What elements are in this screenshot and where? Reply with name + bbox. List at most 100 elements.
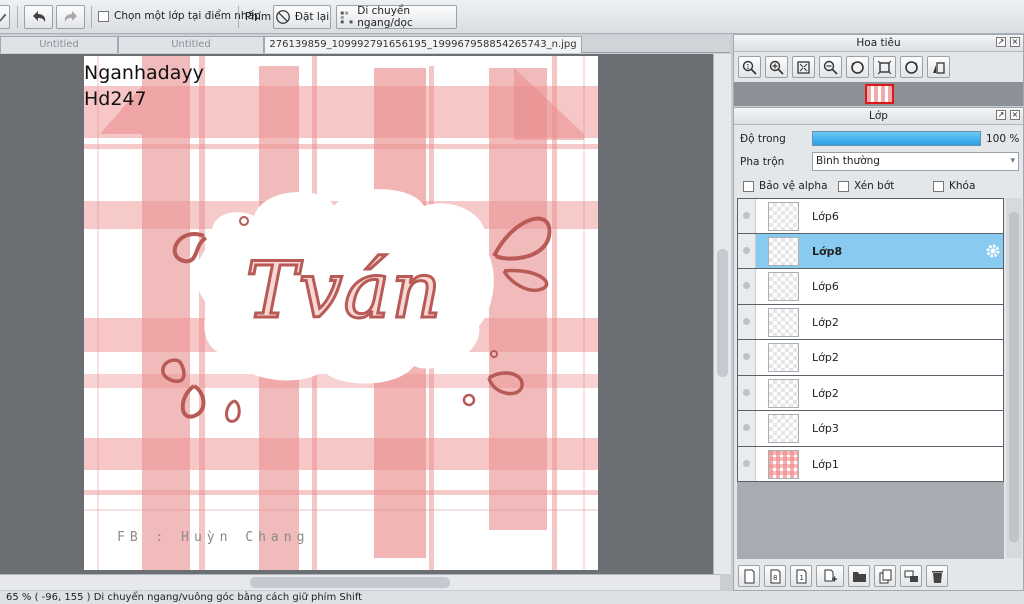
gear-icon[interactable] <box>985 243 1001 259</box>
redo-button[interactable] <box>56 5 85 29</box>
zoom-reset-button[interactable]: 1 <box>738 56 761 78</box>
layer-row[interactable]: Lớp3 <box>737 411 1004 447</box>
artwork-canvas[interactable]: Nganhadayy Hd247 Tván FB : Huỳn Chang <box>84 56 598 570</box>
brush-icon <box>0 13 7 22</box>
new-layer-button[interactable] <box>738 565 760 587</box>
merge-layer-button[interactable] <box>900 565 922 587</box>
rotate-right-button[interactable] <box>900 56 923 78</box>
layer-panel-header: Lớp ↗ × <box>734 108 1023 125</box>
pick-layer-check[interactable] <box>98 10 109 22</box>
layer-name: Lớp2 <box>812 351 839 364</box>
artwork-title: Tván <box>244 245 443 338</box>
popout-icon[interactable]: ↗ <box>996 37 1006 47</box>
redo-icon <box>64 11 77 22</box>
popout-icon[interactable]: ↗ <box>996 110 1006 120</box>
add-layer-menu-icon <box>824 569 837 581</box>
watermark-line-2: Hd247 <box>84 88 147 110</box>
tab-untitled-1[interactable]: Untitled <box>0 36 118 53</box>
close-icon[interactable]: × <box>1010 37 1020 47</box>
canvas-horizontal-scrollbar[interactable] <box>0 574 720 590</box>
copy-layer-button[interactable] <box>874 565 896 587</box>
merge-layer-icon <box>904 570 918 582</box>
clipping-check[interactable] <box>838 180 849 192</box>
undo-button[interactable] <box>24 5 53 29</box>
status-bar: 65 % ( -96, 155 ) Di chuyển ngang/vuông … <box>0 591 1024 604</box>
reset-icon <box>275 10 290 24</box>
new-8bit-layer-button[interactable]: 8 <box>764 565 786 587</box>
navigator-toolbar: 1 <box>738 56 950 78</box>
layer-row[interactable]: Lớp2 <box>737 375 1004 411</box>
layer-list-empty-area <box>737 482 1004 559</box>
layer-panel: Lớp ↗ × Độ trong 100 % Pha trộn Bình thườ… <box>733 107 1024 591</box>
zoom-out-button[interactable] <box>819 56 842 78</box>
zoom-reset-icon: 1 <box>742 60 757 75</box>
reset-button[interactable]: Đặt lại <box>273 5 331 29</box>
visibility-toggle-icon[interactable] <box>738 199 756 233</box>
layer-row[interactable]: Lớp2 <box>737 304 1004 340</box>
layer-thumbnail <box>768 449 799 479</box>
navigator-preview[interactable] <box>734 82 1023 106</box>
rotate-left-button[interactable] <box>846 56 869 78</box>
visibility-toggle-icon[interactable] <box>738 304 756 339</box>
close-icon[interactable]: × <box>1010 110 1020 120</box>
layer-row[interactable]: Lớp2 <box>737 340 1004 376</box>
new-1bit-layer-icon: 1 <box>796 569 806 583</box>
new-layer-icon <box>744 569 754 583</box>
add-layer-menu-button[interactable] <box>816 565 844 587</box>
visibility-toggle-icon[interactable] <box>738 269 756 304</box>
layer-row[interactable]: Lớp6 <box>737 198 1004 234</box>
flip-button[interactable] <box>927 56 950 78</box>
visibility-toggle-icon[interactable] <box>738 446 756 481</box>
flip-icon <box>933 61 945 74</box>
opacity-slider[interactable] <box>812 131 981 146</box>
layer-name: Lớp3 <box>812 422 839 435</box>
opacity-fill <box>813 132 980 145</box>
canvas-vertical-scrollbar[interactable] <box>713 54 731 574</box>
scroll-thumb[interactable] <box>717 249 728 377</box>
canvas-area[interactable]: Nganhadayy Hd247 Tván FB : Huỳn Chang <box>0 54 713 574</box>
layer-row[interactable]: Lớp6 <box>737 269 1004 305</box>
fit-window-button[interactable] <box>873 56 896 78</box>
navigator-thumbnail[interactable] <box>865 84 894 104</box>
fit-button[interactable] <box>792 56 815 78</box>
visibility-toggle-icon[interactable] <box>738 233 756 268</box>
clipping-checkbox[interactable]: Xén bớt <box>838 180 894 192</box>
svg-text:8: 8 <box>773 574 777 582</box>
fit-icon <box>797 60 810 74</box>
opacity-value: 100 % <box>986 133 1020 145</box>
scroll-thumb[interactable] <box>1009 212 1019 542</box>
layer-options-row: Bảo vệ alpha Xén bớt Khóa <box>743 179 1021 195</box>
new-folder-button[interactable] <box>848 565 870 587</box>
protect-alpha-checkbox[interactable]: Bảo vệ alpha <box>743 180 828 192</box>
tab-active-image[interactable]: 276139859_109992791656195_19996795885426… <box>264 36 582 65</box>
svg-text:1: 1 <box>799 574 803 582</box>
visibility-toggle-icon[interactable] <box>738 340 756 375</box>
delete-layer-button[interactable] <box>926 565 948 587</box>
blend-mode-select[interactable]: Bình thường ▾ <box>812 152 1019 171</box>
visibility-toggle-icon[interactable] <box>738 411 756 446</box>
protect-alpha-check[interactable] <box>743 180 754 192</box>
scroll-thumb[interactable] <box>250 577 450 588</box>
layer-row[interactable]: Lớp8 <box>737 233 1004 269</box>
navigator-header: Hoa tiêu ↗ × <box>734 35 1023 52</box>
undo-icon <box>32 11 45 22</box>
pick-layer-checkbox[interactable]: Chọn một lớp tại điểm nhấp <box>98 10 261 22</box>
move-grid-icon <box>340 11 353 23</box>
layer-row[interactable]: Lớp1 <box>737 446 1004 482</box>
opacity-row: Độ trong 100 % <box>740 130 1020 148</box>
visibility-toggle-icon[interactable] <box>738 375 756 410</box>
new-1bit-layer-button[interactable]: 1 <box>790 565 812 587</box>
move-axis-button[interactable]: Di chuyển ngang/dọc <box>336 5 457 29</box>
navigator-title: Hoa tiêu <box>856 37 901 49</box>
layer-list-scrollbar[interactable] <box>1006 198 1022 558</box>
tab-untitled-2[interactable]: Untitled <box>118 36 264 53</box>
main-toolbar: Chọn một lớp tại điểm nhấp Phím Đặt lại … <box>0 0 1024 34</box>
watermark-text: Nganhadayy Hd247 <box>84 60 204 112</box>
layer-thumbnail <box>768 378 799 408</box>
reset-label: Đặt lại <box>294 11 330 23</box>
zoom-in-button[interactable] <box>765 56 788 78</box>
move-label: Di chuyển ngang/dọc <box>357 5 413 29</box>
lock-check[interactable] <box>933 180 944 192</box>
brush-tool-button[interactable] <box>0 5 10 29</box>
lock-checkbox[interactable]: Khóa <box>933 180 975 192</box>
